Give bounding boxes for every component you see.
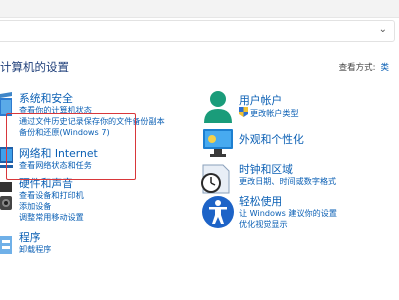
- link-uninstall-program[interactable]: 卸载程序: [19, 244, 51, 255]
- view-by-control: 查看方式: 类: [339, 61, 389, 73]
- view-by-value[interactable]: 类: [380, 63, 389, 73]
- appearance-personalization-icon[interactable]: [202, 127, 236, 163]
- category-title-clock-region[interactable]: 时钟和区域: [239, 163, 336, 176]
- window-top-bar: [0, 0, 399, 18]
- chevron-down-icon[interactable]: ⌄: [379, 24, 387, 35]
- link-optimize-visual-display[interactable]: 优化视觉显示: [239, 219, 337, 230]
- category-title-system-security[interactable]: 系统和安全: [19, 92, 165, 105]
- link-mobility-settings[interactable]: 调整常用移动设置: [19, 212, 84, 223]
- link-add-device[interactable]: 添加设备: [19, 201, 84, 212]
- hardware-sound-icon[interactable]: [0, 178, 14, 218]
- category-ease-of-access: 轻松使用 让 Windows 建议你的设置 优化视觉显示: [239, 195, 337, 230]
- highlight-box: [6, 113, 136, 180]
- programs-icon[interactable]: [0, 232, 14, 262]
- page-title: 计算机的设置: [0, 60, 69, 74]
- category-title-appearance-personalization[interactable]: 外观和个性化: [239, 133, 304, 146]
- user-accounts-icon[interactable]: [201, 89, 235, 129]
- category-user-accounts: 用户帐户 更改帐户类型: [239, 94, 299, 120]
- address-bar[interactable]: ⌄: [0, 20, 395, 42]
- link-devices-printers[interactable]: 查看设备和打印机: [19, 190, 84, 201]
- view-by-label: 查看方式:: [338, 63, 376, 73]
- ease-of-access-icon[interactable]: [201, 195, 235, 233]
- category-appearance-personalization: 外观和个性化: [239, 133, 304, 146]
- category-title-user-accounts[interactable]: 用户帐户: [239, 94, 299, 107]
- category-programs: 程序 卸载程序: [19, 231, 51, 255]
- category-hardware-sound: 硬件和声音 查看设备和打印机 添加设备 调整常用移动设置: [19, 177, 84, 223]
- category-title-programs[interactable]: 程序: [19, 231, 51, 244]
- uac-shield-icon: [239, 107, 248, 120]
- category-clock-region: 时钟和区域 更改日期、时间或数字格式: [239, 163, 336, 187]
- link-change-date-time-format[interactable]: 更改日期、时间或数字格式: [239, 176, 336, 187]
- link-row-change-account-type: 更改帐户类型: [239, 107, 299, 120]
- category-title-ease-of-access[interactable]: 轻松使用: [239, 195, 337, 208]
- link-change-account-type[interactable]: 更改帐户类型: [250, 108, 299, 118]
- link-let-windows-suggest[interactable]: 让 Windows 建议你的设置: [239, 208, 337, 219]
